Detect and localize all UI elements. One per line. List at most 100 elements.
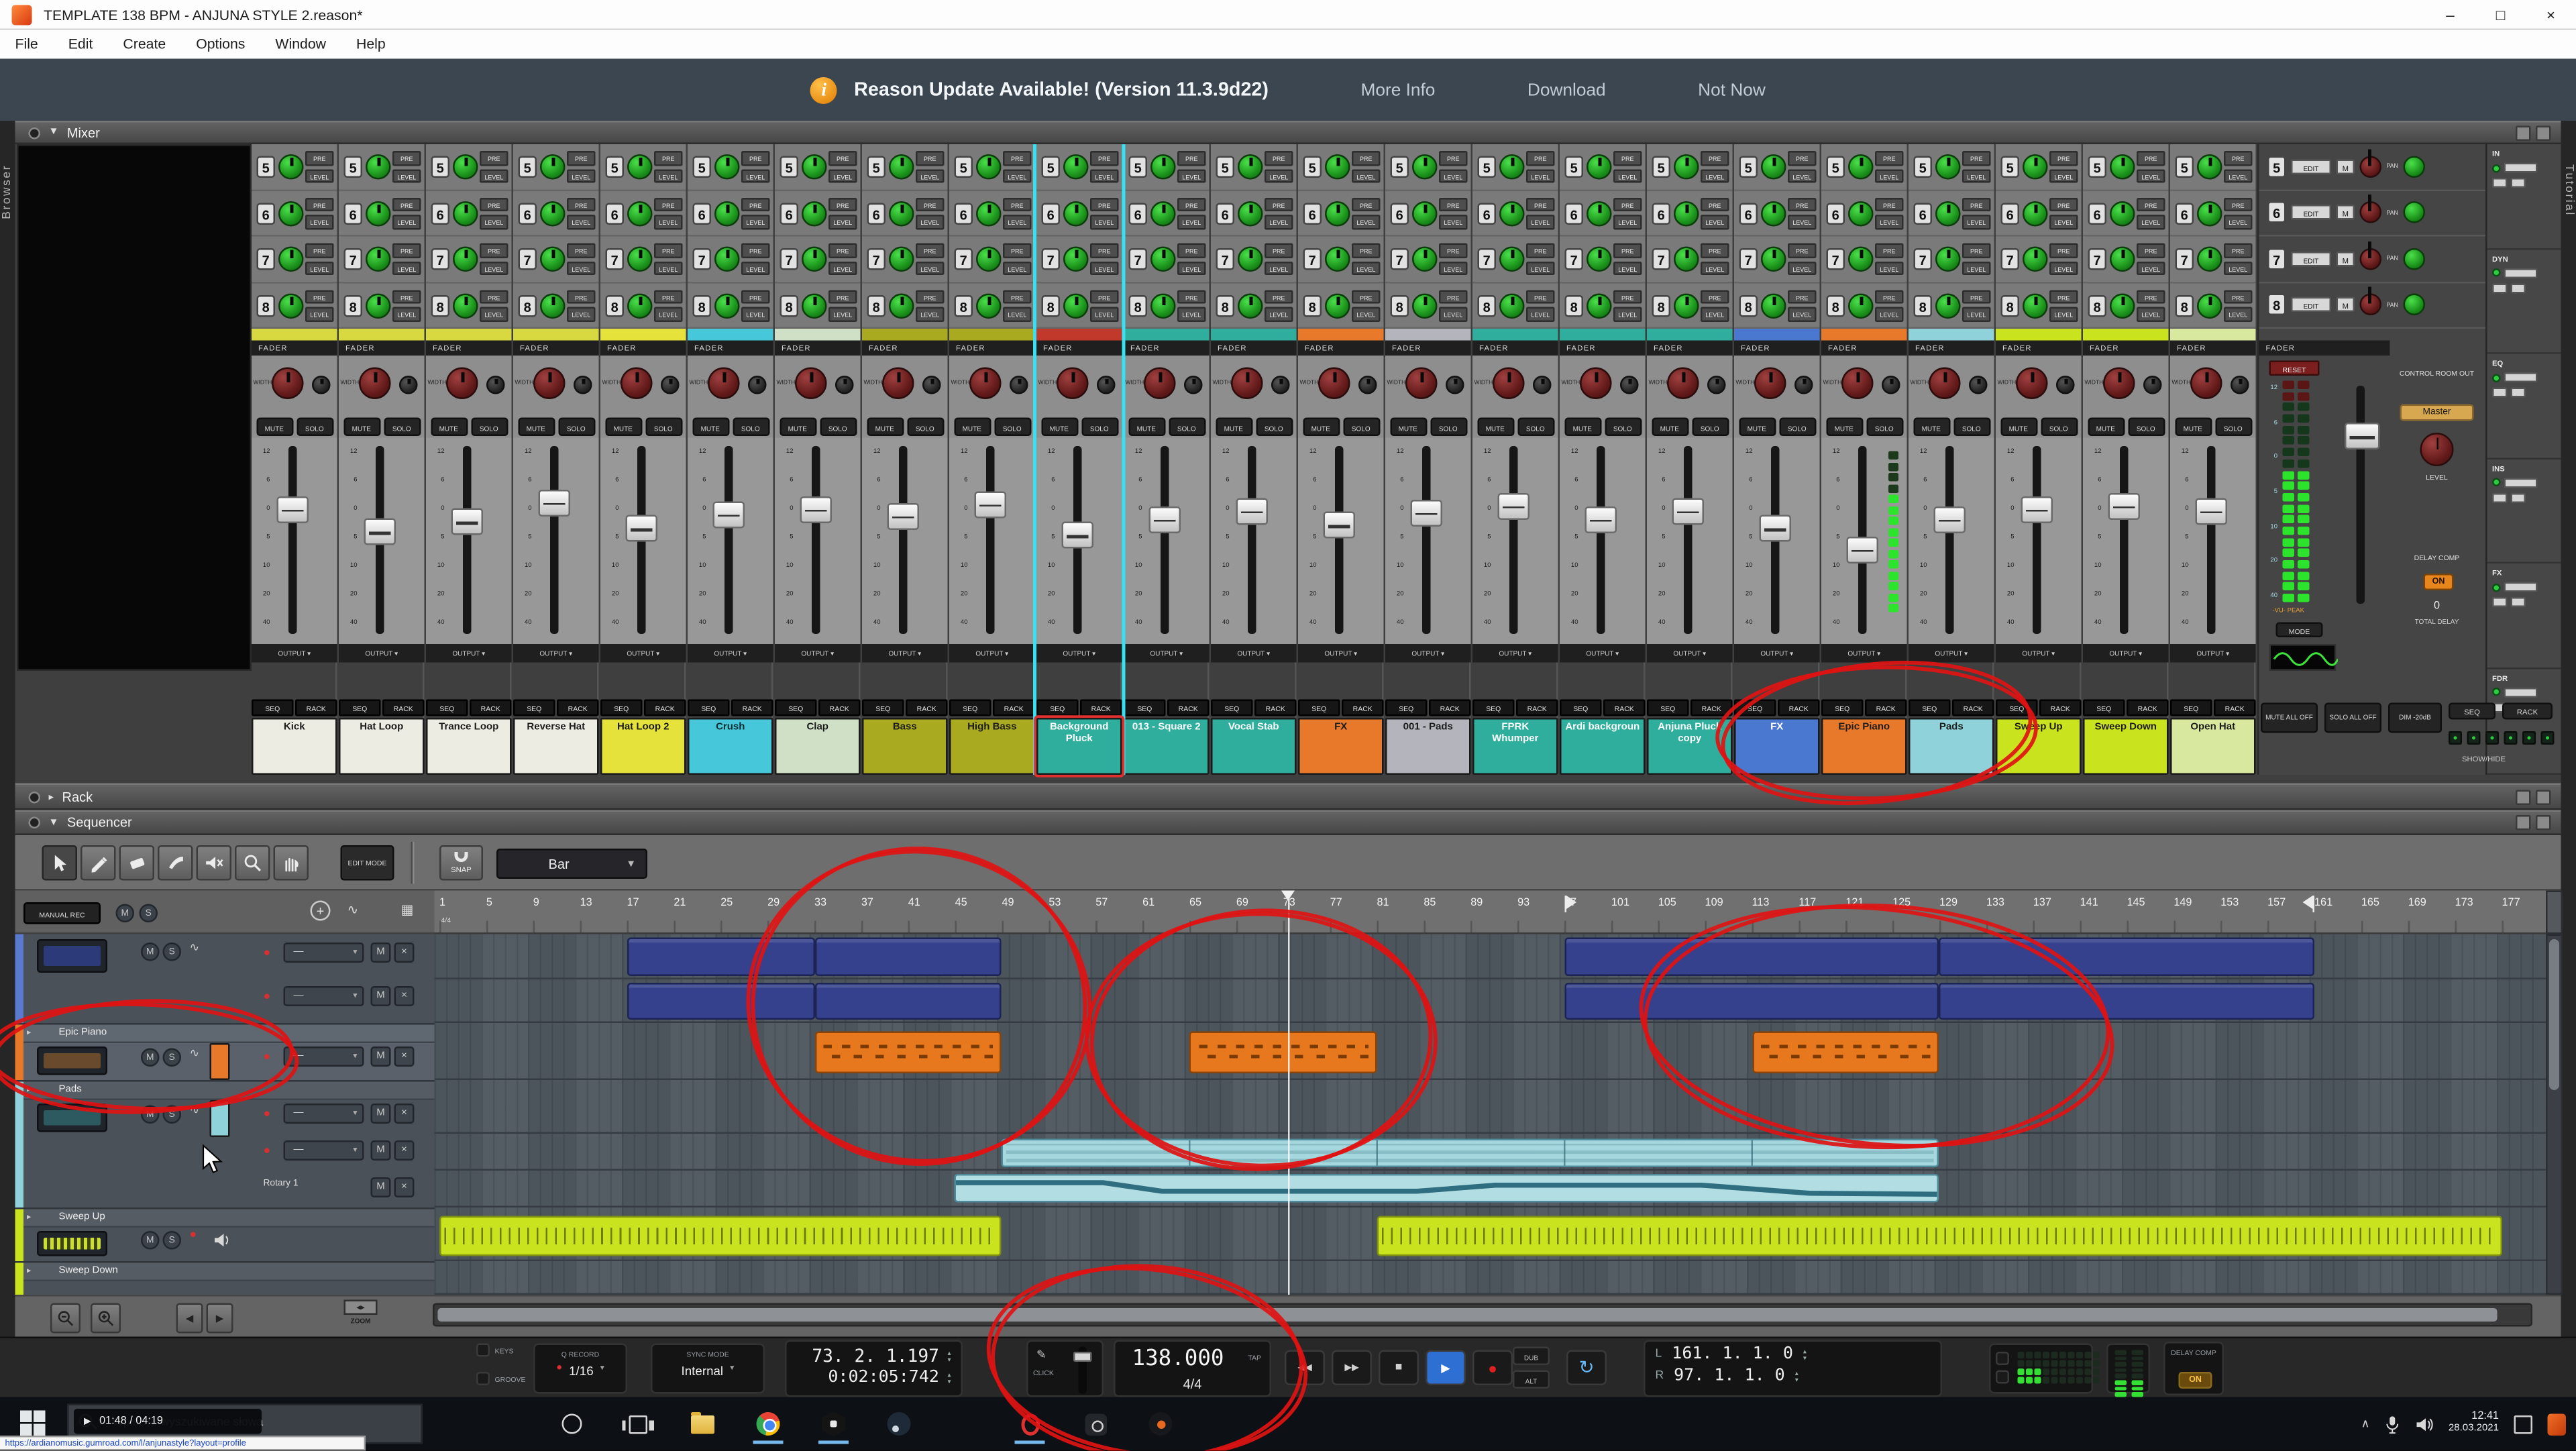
track-solo-button[interactable]: S	[163, 943, 182, 961]
send-pre-button[interactable]: PRE	[1090, 151, 1119, 165]
send-level-knob[interactable]	[976, 247, 1002, 272]
send-edit-button[interactable]: EDIT	[2291, 297, 2331, 313]
send-level-knob[interactable]	[627, 154, 653, 180]
send-pre-button[interactable]: PRE	[741, 244, 770, 258]
send-level-button[interactable]: LEVEL	[480, 168, 508, 182]
minimize-button[interactable]: –	[2425, 0, 2475, 30]
channel-name-tab[interactable]: Epic Piano	[1821, 718, 1907, 775]
channel-seq-button[interactable]: SEQ	[600, 700, 643, 716]
send-pre-button[interactable]: PRE	[828, 197, 857, 211]
send-pre-button[interactable]: PRE	[1613, 197, 1642, 211]
send-level-button[interactable]: LEVEL	[916, 261, 945, 275]
send-level-knob[interactable]	[1063, 247, 1089, 272]
send-pre-button[interactable]: PRE	[1090, 197, 1119, 211]
send-level-knob[interactable]	[802, 154, 827, 180]
mixer-section-header[interactable]: ▼ Mixer	[15, 121, 2561, 144]
channel-rack-button[interactable]: RACK	[1690, 700, 1733, 716]
send-level-knob[interactable]	[1499, 247, 1525, 272]
mute-button[interactable]: MUTE	[2087, 417, 2124, 435]
send-level-button[interactable]: LEVEL	[305, 215, 334, 229]
send-pre-button[interactable]: PRE	[2137, 151, 2165, 165]
pan-knob[interactable]	[486, 376, 505, 394]
tempo-value[interactable]: 138.000	[1132, 1347, 1224, 1373]
lane-dropdown[interactable]: —▾	[284, 1046, 364, 1067]
width-knob[interactable]	[1493, 368, 1525, 400]
send-pre-button[interactable]: PRE	[2137, 244, 2165, 258]
send-level-knob[interactable]	[2110, 154, 2135, 180]
send-level-button[interactable]: LEVEL	[741, 215, 770, 229]
fader-cap[interactable]	[451, 509, 484, 536]
pan-knob[interactable]	[1620, 376, 1639, 394]
width-knob[interactable]	[1057, 368, 1089, 400]
not-now-link[interactable]: Not Now	[1698, 80, 1766, 100]
width-knob[interactable]	[1231, 368, 1263, 400]
pan-knob[interactable]	[2143, 376, 2162, 394]
section-led[interactable]	[2492, 164, 2501, 172]
send-level-knob[interactable]	[366, 247, 391, 272]
channel-output-selector[interactable]: OUTPUT ▾	[1821, 644, 1907, 663]
strip-show-led[interactable]	[2541, 731, 2555, 745]
zoom-in-button[interactable]	[91, 1303, 121, 1334]
send-pre-button[interactable]: PRE	[567, 289, 596, 303]
send-pre-button[interactable]: PRE	[305, 244, 334, 258]
send-mute-button[interactable]: M	[2337, 159, 2355, 174]
send-level-knob[interactable]	[627, 247, 653, 272]
send-level-button[interactable]: LEVEL	[654, 307, 683, 321]
send-level-knob[interactable]	[1499, 154, 1525, 180]
clip-tealAuto[interactable]	[955, 1174, 1939, 1203]
channel-output-selector[interactable]: OUTPUT ▾	[688, 644, 773, 663]
track-color-tab[interactable]	[15, 1207, 24, 1261]
width-knob[interactable]	[1144, 368, 1176, 400]
fader-track[interactable]	[899, 446, 908, 634]
step-down-icon[interactable]: ▾	[947, 1378, 951, 1385]
ruler-corner-button[interactable]	[2546, 891, 2563, 934]
channel-name-tab[interactable]: Ardi backgroun	[1560, 718, 1646, 775]
solo-button[interactable]: SOLO	[296, 417, 333, 435]
channel-seq-button[interactable]: SEQ	[1734, 700, 1776, 716]
channel-seq-button[interactable]: SEQ	[1821, 700, 1864, 716]
automation-select-icon[interactable]: ∿	[347, 902, 359, 918]
mute-button[interactable]: MUTE	[343, 417, 380, 435]
width-knob[interactable]	[795, 368, 827, 400]
pan-knob[interactable]	[1707, 376, 1726, 394]
right-locator-steppers[interactable]: ▴▾	[1795, 1369, 1799, 1383]
send-level-knob[interactable]	[2110, 201, 2135, 226]
channel-seq-button[interactable]: SEQ	[1385, 700, 1428, 716]
section-led[interactable]	[2492, 374, 2501, 382]
send-mute-button[interactable]: M	[2337, 297, 2355, 313]
channel-name-tab[interactable]: Vocal Stab	[1211, 718, 1297, 775]
channel-output-selector[interactable]: OUTPUT ▾	[339, 644, 425, 663]
send-level-button[interactable]: LEVEL	[654, 261, 683, 275]
send-pre-button[interactable]: PRE	[828, 244, 857, 258]
control-room-level-knob[interactable]	[2420, 433, 2454, 466]
master-output-button[interactable]: Master	[2400, 405, 2474, 421]
send-pre-button[interactable]: PRE	[1352, 244, 1381, 258]
fader-cap[interactable]	[1760, 515, 1792, 542]
send-level-knob[interactable]	[1935, 154, 1961, 180]
send-level-button[interactable]: LEVEL	[1613, 307, 1642, 321]
master-send-level-knob[interactable]	[2403, 248, 2425, 270]
send-level-knob[interactable]	[2023, 292, 2048, 318]
channel-rack-button[interactable]: RACK	[1254, 700, 1297, 716]
width-knob[interactable]	[969, 368, 1002, 400]
pan-knob[interactable]	[1446, 376, 1464, 394]
send-level-knob[interactable]	[627, 201, 653, 226]
alt-button[interactable]: ALT	[1513, 1371, 1550, 1389]
lane-delete-button[interactable]: ×	[394, 1140, 415, 1161]
fader-track[interactable]	[1161, 446, 1169, 634]
channel-output-selector[interactable]: OUTPUT ▾	[1472, 644, 1558, 663]
send-pre-button[interactable]: PRE	[1962, 244, 1991, 258]
send-level-knob[interactable]	[1674, 154, 1699, 180]
automation-icon[interactable]: ∿	[190, 1046, 200, 1060]
step-down-icon[interactable]: ▾	[1795, 1376, 1799, 1383]
send-pre-button[interactable]: PRE	[1003, 151, 1032, 165]
mute-button[interactable]: MUTE	[430, 417, 467, 435]
send-pre-button[interactable]: PRE	[1701, 244, 1729, 258]
section-control[interactable]	[2492, 282, 2508, 292]
send-level-button[interactable]: LEVEL	[1701, 307, 1729, 321]
send-level-knob[interactable]	[1674, 201, 1699, 226]
send-level-knob[interactable]	[1761, 201, 1786, 226]
microphone-icon[interactable]	[2385, 1415, 2400, 1434]
send-level-knob[interactable]	[453, 292, 478, 318]
pan-knob[interactable]	[1010, 376, 1028, 394]
